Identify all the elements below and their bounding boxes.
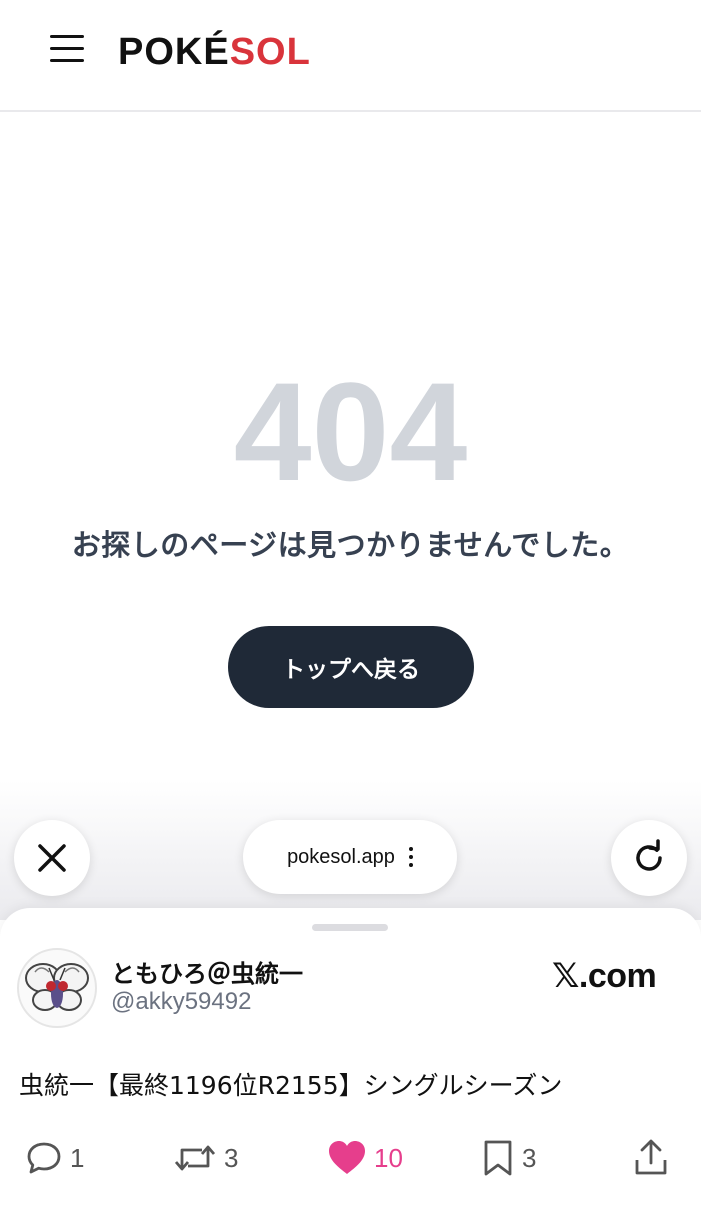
tweet-actions: 1 3 10 3 [0,1136,701,1186]
like-action[interactable]: 10 [326,1136,403,1180]
avatar[interactable] [17,948,97,1028]
tweet-sheet: ともひろ＠虫統一 @akky59492 𝕏.com 虫統一【最終1196位R21… [0,908,701,1208]
reload-icon [636,839,662,871]
butterfly-avatar-icon [25,963,89,1011]
source-domain: .com [578,957,657,995]
reply-action[interactable]: 1 [24,1136,84,1180]
tweet-text: 虫統一【最終1196位R2155】シングルシーズン [19,1071,563,1100]
more-vertical-icon[interactable] [408,847,413,867]
reply-icon [27,1142,61,1174]
hamburger-icon[interactable] [50,33,86,65]
source-label[interactable]: 𝕏.com [552,956,657,996]
bookmark-count: 3 [522,1142,537,1173]
error-code: 404 [233,353,468,510]
logo-part-poke: POKÉ [118,31,230,73]
display-name[interactable]: ともひろ＠虫統一 [111,954,303,989]
error-message: お探しのページは見つかりませんでした。 [71,528,630,562]
heart-icon [329,1141,365,1174]
share-action[interactable] [632,1136,670,1180]
close-browser-button[interactable] [14,820,90,896]
retweet-icon [174,1145,216,1171]
bookmark-action[interactable]: 3 [480,1136,536,1180]
logo-part-sol: SOL [229,31,311,73]
url-text: pokesol.app [287,845,395,868]
reload-button[interactable] [611,820,687,896]
url-pill[interactable]: pokesol.app [243,820,457,894]
site-logo[interactable]: POKÉSOL [118,30,311,74]
bookmark-icon [484,1140,512,1176]
site-header: POKÉSOL [0,0,701,112]
share-icon [635,1139,667,1175]
back-to-top-button[interactable]: トップへ戻る [228,626,474,708]
retweet-count: 3 [224,1142,239,1173]
sheet-grabber[interactable] [312,924,388,931]
close-icon [38,844,66,872]
user-handle[interactable]: @akky59492 [111,988,251,1016]
reply-count: 1 [70,1142,85,1173]
retweet-action[interactable]: 3 [172,1136,238,1180]
x-logo-icon: 𝕏 [552,956,579,996]
like-count: 10 [374,1142,403,1173]
